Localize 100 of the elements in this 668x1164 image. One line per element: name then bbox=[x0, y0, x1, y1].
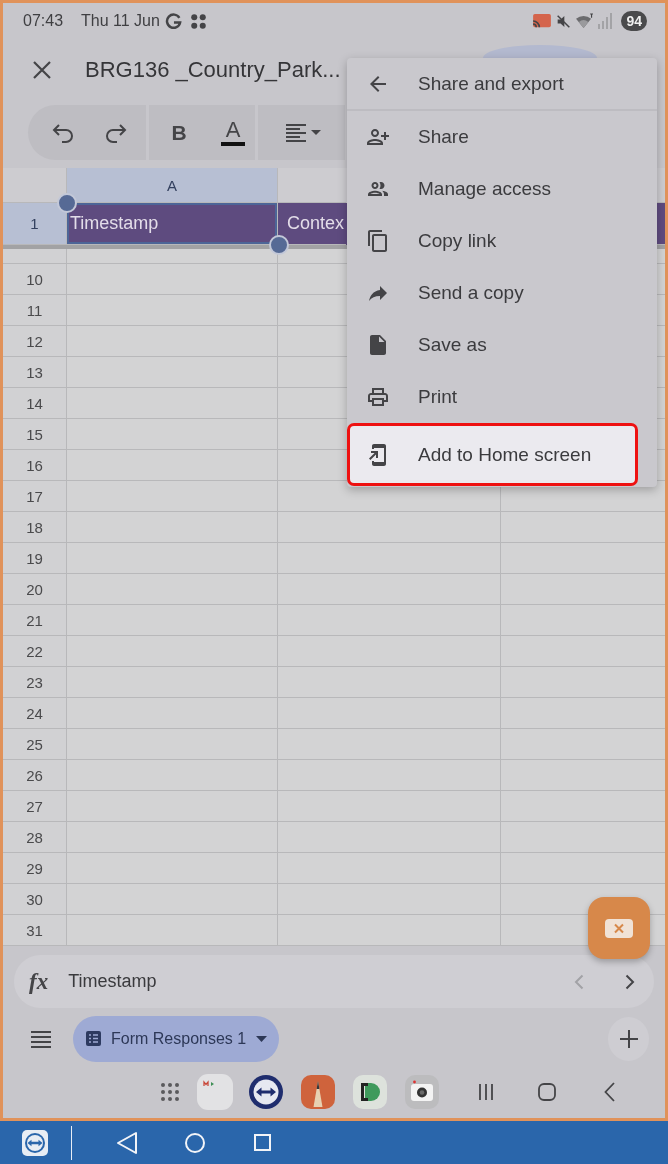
bold-button[interactable]: B bbox=[169, 120, 189, 145]
row-header[interactable]: 17 bbox=[3, 481, 67, 512]
table-cell[interactable] bbox=[278, 605, 501, 636]
table-cell[interactable] bbox=[67, 915, 278, 946]
row-header[interactable]: 16 bbox=[3, 450, 67, 481]
table-cell[interactable] bbox=[278, 822, 501, 853]
table-cell[interactable] bbox=[67, 295, 278, 326]
row-header[interactable]: 18 bbox=[3, 512, 67, 543]
row-header[interactable]: 20 bbox=[3, 574, 67, 605]
document-title: BRG136 _Country_Park... bbox=[85, 57, 341, 83]
row-header[interactable]: 15 bbox=[3, 419, 67, 450]
row-header[interactable]: 21 bbox=[3, 605, 67, 636]
row-header[interactable]: 29 bbox=[3, 853, 67, 884]
chevron-right-icon[interactable] bbox=[625, 973, 635, 990]
table-cell[interactable] bbox=[67, 760, 278, 791]
table-cell[interactable] bbox=[67, 419, 278, 450]
row-header[interactable]: 13 bbox=[3, 357, 67, 388]
table-cell[interactable] bbox=[67, 636, 278, 667]
row-header[interactable]: 24 bbox=[3, 698, 67, 729]
align-button[interactable] bbox=[285, 122, 321, 143]
row-header[interactable]: 28 bbox=[3, 822, 67, 853]
row-header[interactable]: 14 bbox=[3, 388, 67, 419]
table-cell[interactable] bbox=[278, 791, 501, 822]
row-header[interactable]: 22 bbox=[3, 636, 67, 667]
row-header[interactable]: 10 bbox=[3, 264, 67, 295]
table-cell[interactable] bbox=[67, 884, 278, 915]
bracket-app-icon[interactable] bbox=[353, 1074, 387, 1109]
table-cell[interactable] bbox=[67, 543, 278, 574]
table-cell[interactable] bbox=[67, 698, 278, 729]
text-color-button[interactable]: A bbox=[221, 119, 245, 146]
row-header[interactable]: 1 bbox=[3, 203, 67, 245]
row-header[interactable]: 19 bbox=[3, 543, 67, 574]
menu-item[interactable]: Copy link bbox=[347, 215, 657, 267]
table-cell[interactable] bbox=[278, 543, 501, 574]
menu-item[interactable]: Add to Home screen bbox=[347, 423, 638, 486]
align-left-icon bbox=[285, 122, 307, 143]
status-time: 07:43 bbox=[23, 12, 64, 30]
table-cell[interactable] bbox=[278, 698, 501, 729]
app-folder-icon[interactable] bbox=[197, 1073, 233, 1110]
table-cell[interactable] bbox=[67, 512, 278, 543]
signal-icon bbox=[598, 13, 613, 29]
recent-apps-icon[interactable] bbox=[478, 1082, 494, 1101]
formula-icon-label: fx bbox=[29, 968, 49, 995]
menu-item[interactable]: Share bbox=[347, 111, 657, 163]
table-cell[interactable] bbox=[67, 326, 278, 357]
table-cell[interactable] bbox=[67, 264, 278, 295]
row-header[interactable]: 12 bbox=[3, 326, 67, 357]
redo-icon[interactable] bbox=[105, 122, 127, 143]
table-cell[interactable] bbox=[278, 915, 501, 946]
pencil-app-icon[interactable] bbox=[301, 1074, 335, 1109]
table-cell[interactable] bbox=[67, 822, 278, 853]
table-cell[interactable]: Timestamp bbox=[67, 203, 278, 245]
row-header[interactable]: 11 bbox=[3, 295, 67, 326]
floating-button[interactable] bbox=[588, 897, 650, 959]
table-cell[interactable] bbox=[67, 605, 278, 636]
corner-header[interactable] bbox=[3, 168, 67, 203]
menu-icon[interactable] bbox=[30, 1029, 52, 1048]
row-header[interactable]: 30 bbox=[3, 884, 67, 915]
table-cell[interactable] bbox=[67, 450, 278, 481]
table-cell[interactable] bbox=[67, 791, 278, 822]
apps-grid-icon[interactable] bbox=[160, 1081, 180, 1102]
table-cell[interactable] bbox=[278, 574, 501, 605]
sheet-tab[interactable]: Form Responses 1 bbox=[73, 1015, 280, 1062]
table-cell[interactable] bbox=[67, 667, 278, 698]
table-cell[interactable] bbox=[67, 481, 278, 512]
menu-item[interactable]: Save as bbox=[347, 319, 657, 371]
undo-icon[interactable] bbox=[52, 122, 74, 143]
menu-item[interactable]: Send a copy bbox=[347, 267, 657, 319]
table-cell[interactable] bbox=[278, 636, 501, 667]
double-arrow-app-icon[interactable] bbox=[22, 1129, 48, 1156]
row-header[interactable]: 23 bbox=[3, 667, 67, 698]
table-cell[interactable] bbox=[278, 853, 501, 884]
color-bar-icon bbox=[221, 142, 245, 146]
table-cell[interactable] bbox=[278, 884, 501, 915]
table-cell[interactable] bbox=[67, 853, 278, 884]
double-arrow-app-icon[interactable] bbox=[249, 1074, 283, 1109]
formula-input[interactable]: Timestamp bbox=[68, 971, 157, 992]
table-cell[interactable] bbox=[278, 667, 501, 698]
close-icon[interactable] bbox=[33, 61, 51, 79]
table-cell[interactable] bbox=[67, 729, 278, 760]
table-cell[interactable] bbox=[278, 729, 501, 760]
column-header[interactable]: A bbox=[67, 168, 278, 203]
add-sheet-button[interactable] bbox=[608, 1016, 649, 1061]
table-cell[interactable] bbox=[278, 512, 501, 543]
table-cell[interactable] bbox=[67, 574, 278, 605]
row-header[interactable]: 27 bbox=[3, 791, 67, 822]
row-header[interactable]: 31 bbox=[3, 915, 67, 946]
menu-item[interactable]: Manage access bbox=[347, 163, 657, 215]
table-cell[interactable] bbox=[67, 357, 278, 388]
row-header[interactable]: 25 bbox=[3, 729, 67, 760]
table-cell[interactable] bbox=[278, 760, 501, 791]
wifi-icon bbox=[575, 13, 595, 29]
menu-item[interactable]: Print bbox=[347, 371, 657, 423]
row-header[interactable]: 26 bbox=[3, 760, 67, 791]
table-cell[interactable] bbox=[67, 388, 278, 419]
row-header[interactable] bbox=[3, 249, 67, 264]
cast-icon bbox=[532, 13, 553, 29]
home-icon[interactable] bbox=[538, 1082, 556, 1101]
camera-app-icon[interactable] bbox=[405, 1074, 439, 1109]
back-icon[interactable] bbox=[604, 1081, 615, 1102]
